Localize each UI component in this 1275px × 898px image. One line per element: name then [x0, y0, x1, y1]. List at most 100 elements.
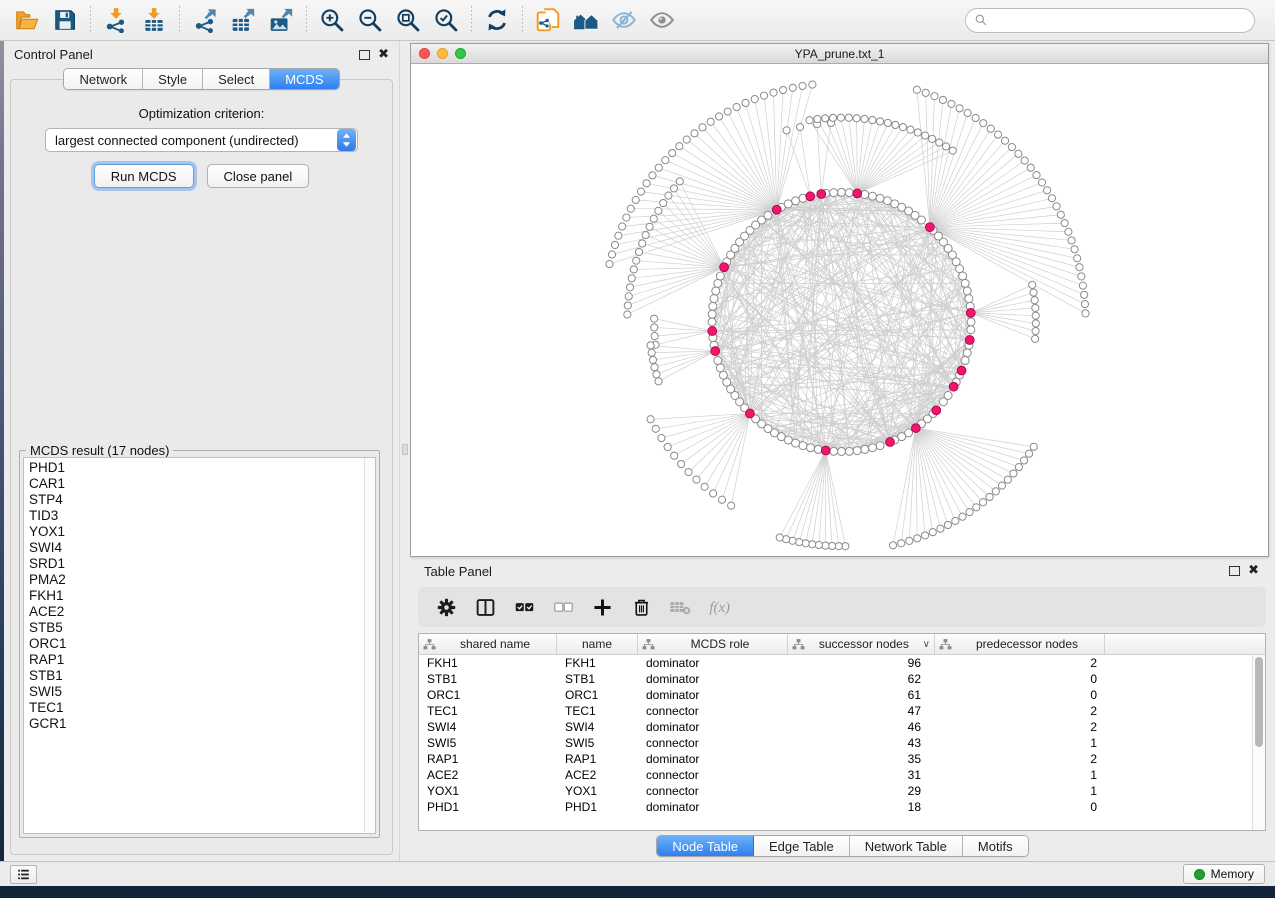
delete-column-button[interactable]	[625, 592, 657, 622]
export-network-button[interactable]	[186, 4, 224, 36]
mcds-result-item[interactable]: GCR1	[29, 716, 364, 732]
mcds-result-item[interactable]: ORC1	[29, 636, 364, 652]
table-row[interactable]: PHD1PHD1dominator180	[419, 799, 1252, 815]
mcds-result-item[interactable]: RAP1	[29, 652, 364, 668]
column-header-mcds-role[interactable]: MCDS role	[638, 634, 788, 654]
criterion-select[interactable]: largest connected component (undirected)	[45, 128, 358, 152]
zoom-in-button[interactable]	[313, 4, 351, 36]
import-table-button[interactable]	[135, 4, 173, 36]
table-settings-button[interactable]	[430, 592, 462, 622]
run-mcds-button[interactable]: Run MCDS	[94, 164, 194, 188]
toolbar-group	[186, 4, 300, 36]
mcds-result-item[interactable]: FKH1	[29, 588, 364, 604]
mcds-result-item[interactable]: SRD1	[29, 556, 364, 572]
mcds-result-item[interactable]: PHD1	[29, 460, 364, 476]
tab-edge-table[interactable]: Edge Table	[754, 836, 850, 856]
panel-splitter[interactable]	[400, 41, 410, 861]
hierarchy-icon	[792, 638, 805, 651]
close-panel-icon[interactable]: ✖	[378, 50, 389, 60]
mcds-result-item[interactable]: STB1	[29, 668, 364, 684]
mcds-result-item[interactable]: TID3	[29, 508, 364, 524]
export-table-button[interactable]	[224, 4, 262, 36]
close-table-panel-icon[interactable]: ✖	[1248, 566, 1259, 576]
table-cell: PHD1	[557, 799, 638, 815]
toolbar-button-groups	[8, 4, 681, 36]
table-row[interactable]: STB1STB1dominator620	[419, 671, 1252, 687]
show-all-button[interactable]	[643, 4, 681, 36]
table-scrollbar-thumb[interactable]	[1255, 657, 1263, 747]
select-all-rows-button[interactable]	[508, 592, 540, 622]
table-row[interactable]: SWI5SWI5connector431	[419, 735, 1252, 751]
column-header-predecessor-nodes[interactable]: predecessor nodes	[935, 634, 1105, 654]
table-row[interactable]: TEC1TEC1connector472	[419, 703, 1252, 719]
hide-selected-button[interactable]	[605, 4, 643, 36]
mcds-result-item[interactable]: ACE2	[29, 604, 364, 620]
task-history-button[interactable]	[10, 865, 37, 884]
mcds-result-item[interactable]: TEC1	[29, 700, 364, 716]
mcds-result-item[interactable]: STP4	[29, 492, 364, 508]
table-delete-icon	[665, 597, 695, 618]
zoom-fit-button[interactable]	[389, 4, 427, 36]
tab-select[interactable]: Select	[203, 69, 270, 89]
tab-network-table[interactable]: Network Table	[850, 836, 963, 856]
zoom-selected-button[interactable]	[427, 4, 465, 36]
table-cell: 0	[935, 799, 1105, 815]
export-image-button[interactable]	[262, 4, 300, 36]
refresh-button[interactable]	[478, 4, 516, 36]
optimization-criterion-label: Optimization criterion:	[11, 106, 392, 121]
table-row[interactable]: FKH1FKH1dominator962	[419, 655, 1252, 671]
float-panel-icon[interactable]	[359, 50, 370, 60]
table-cell: ORC1	[419, 687, 557, 703]
clone-network-button[interactable]	[529, 4, 567, 36]
export-table-icon	[230, 7, 256, 33]
table-cell: 2	[935, 719, 1105, 735]
table-row[interactable]: ACE2ACE2connector311	[419, 767, 1252, 783]
table-cell: FKH1	[557, 655, 638, 671]
network-window-titlebar[interactable]: YPA_prune.txt_1	[411, 44, 1268, 64]
tab-network[interactable]: Network	[64, 69, 143, 89]
open-session-button[interactable]	[8, 4, 46, 36]
deselect-all-rows-button[interactable]	[547, 592, 579, 622]
tab-style[interactable]: Style	[143, 69, 203, 89]
memory-status-icon	[1194, 869, 1205, 880]
search-box[interactable]	[965, 8, 1255, 33]
mcds-result-item[interactable]: YOX1	[29, 524, 364, 540]
table-row[interactable]: SWI4SWI4dominator462	[419, 719, 1252, 735]
mcds-result-item[interactable]: STB5	[29, 620, 364, 636]
column-header-label: shared name	[438, 637, 552, 651]
show-columns-button[interactable]	[469, 592, 501, 622]
table-scrollbar[interactable]	[1252, 655, 1265, 830]
save-session-button[interactable]	[46, 4, 84, 36]
table-cell: 18	[788, 799, 935, 815]
table-row[interactable]: RAP1RAP1dominator352	[419, 751, 1252, 767]
table-cell: 2	[935, 703, 1105, 719]
add-column-button[interactable]	[586, 592, 618, 622]
main-toolbar	[0, 0, 1275, 41]
close-panel-button[interactable]: Close panel	[207, 164, 310, 188]
column-header-successor-nodes[interactable]: successor nodes∨	[788, 634, 935, 654]
table-row[interactable]: ORC1ORC1dominator610	[419, 687, 1252, 703]
mcds-result-item[interactable]: SWI5	[29, 684, 364, 700]
first-neighbors-button[interactable]	[567, 4, 605, 36]
memory-button[interactable]: Memory	[1183, 864, 1265, 884]
mcds-list-scrollbar[interactable]	[364, 458, 375, 833]
search-input[interactable]	[993, 13, 1246, 27]
mcds-result-item[interactable]: SWI4	[29, 540, 364, 556]
network-graph[interactable]	[411, 64, 1268, 556]
import-network-button[interactable]	[97, 4, 135, 36]
mcds-result-list[interactable]: PHD1CAR1STP4TID3YOX1SWI4SRD1PMA2FKH1ACE2…	[23, 457, 376, 834]
tab-node-table[interactable]: Node Table	[657, 836, 754, 856]
tab-motifs[interactable]: Motifs	[963, 836, 1028, 856]
table-row[interactable]: YOX1YOX1connector291	[419, 783, 1252, 799]
network-canvas[interactable]	[411, 64, 1268, 556]
table-cell: dominator	[638, 655, 788, 671]
tab-mcds[interactable]: MCDS	[270, 69, 338, 89]
zoom-out-button[interactable]	[351, 4, 389, 36]
column-header-shared-name[interactable]: shared name	[419, 634, 557, 654]
splitter-grip-icon[interactable]	[402, 444, 408, 455]
mcds-result-item[interactable]: CAR1	[29, 476, 364, 492]
float-table-panel-icon[interactable]	[1229, 566, 1240, 576]
column-header-name[interactable]: name	[557, 634, 638, 654]
mcds-result-item[interactable]: PMA2	[29, 572, 364, 588]
table-cell: 35	[788, 751, 935, 767]
